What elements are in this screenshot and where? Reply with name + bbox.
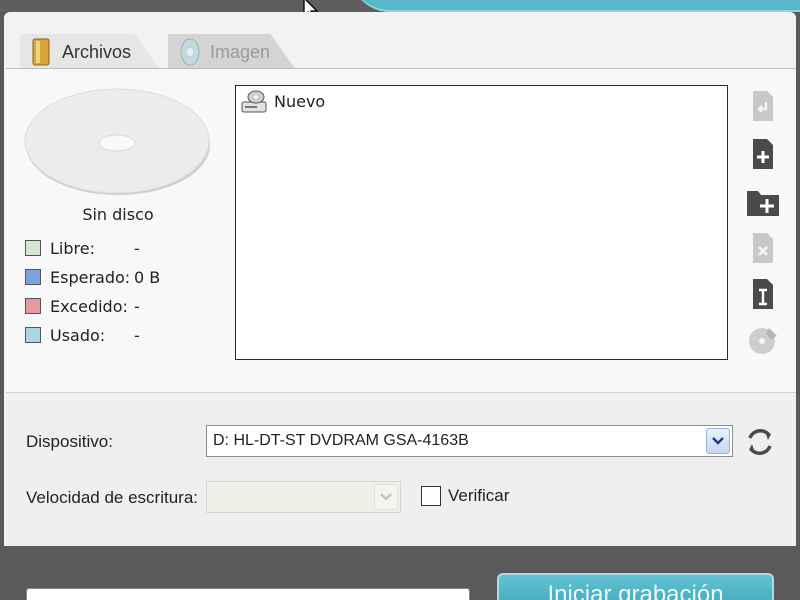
disc-image-icon	[180, 38, 200, 66]
add-file-icon	[753, 139, 773, 169]
verify-label[interactable]: Verificar	[448, 486, 509, 506]
legend-exceeded: Excedido: -	[25, 295, 140, 317]
device-dropdown-button[interactable]	[706, 428, 730, 454]
folder-icon	[32, 38, 50, 66]
chevron-down-icon	[712, 437, 724, 445]
legend-expected-value: 0 B	[134, 267, 161, 287]
tab-image-label: Imagen	[210, 41, 271, 62]
legend-free-value: -	[134, 238, 140, 258]
output-field[interactable]	[26, 588, 470, 600]
disc-icon	[24, 88, 210, 195]
legend-free: Libre: -	[25, 237, 140, 259]
speed-select[interactable]	[206, 481, 401, 513]
list-item-label: Nuevo	[274, 91, 326, 111]
add-file-button[interactable]	[745, 136, 781, 172]
device-panel	[6, 400, 796, 546]
expected-swatch	[25, 269, 41, 285]
legend-used: Usado: -	[25, 324, 140, 346]
disc-drive-icon	[241, 90, 267, 113]
used-swatch	[25, 327, 41, 343]
legend-expected: Esperado: 0 B	[25, 266, 160, 288]
erase-disc-icon	[749, 328, 777, 354]
list-item[interactable]: Nuevo	[240, 88, 325, 114]
add-folder-icon	[747, 191, 779, 216]
legend-free-label: Libre:	[50, 238, 95, 258]
rename-icon	[753, 279, 773, 309]
legend-expected-label: Esperado:	[50, 267, 131, 287]
verify-checkbox[interactable]	[421, 486, 441, 506]
header-accent	[350, 0, 800, 12]
go-up-icon	[753, 91, 773, 121]
speed-label: Velocidad de escritura:	[26, 488, 198, 507]
legend-used-label: Usado:	[50, 325, 106, 345]
add-folder-button[interactable]	[745, 184, 781, 220]
speed-dropdown-button[interactable]	[374, 484, 398, 510]
tab-files-label: Archivos	[62, 41, 132, 62]
device-label: Dispositivo:	[26, 432, 113, 451]
legend-exceeded-label: Excedido:	[50, 296, 128, 316]
legend-exceeded-value: -	[134, 296, 140, 316]
chevron-down-icon	[380, 493, 392, 501]
erase-disc-button[interactable]	[745, 322, 781, 358]
remove-file-button[interactable]	[745, 230, 781, 266]
exceeded-swatch	[25, 298, 41, 314]
device-value: D: HL-DT-ST DVDRAM GSA-4163B	[213, 432, 469, 449]
start-burn-button[interactable]: Iniciar grabación	[497, 573, 774, 600]
rename-button[interactable]	[745, 276, 781, 312]
legend-used-value: -	[134, 325, 140, 345]
remove-file-icon	[753, 233, 773, 263]
device-select[interactable]: D: HL-DT-ST DVDRAM GSA-4163B	[206, 425, 733, 457]
free-swatch	[25, 240, 41, 256]
go-up-button[interactable]	[745, 88, 781, 124]
file-list[interactable]	[235, 85, 728, 360]
refresh-icon[interactable]	[742, 424, 778, 460]
disc-status: Sin disco	[82, 205, 154, 224]
